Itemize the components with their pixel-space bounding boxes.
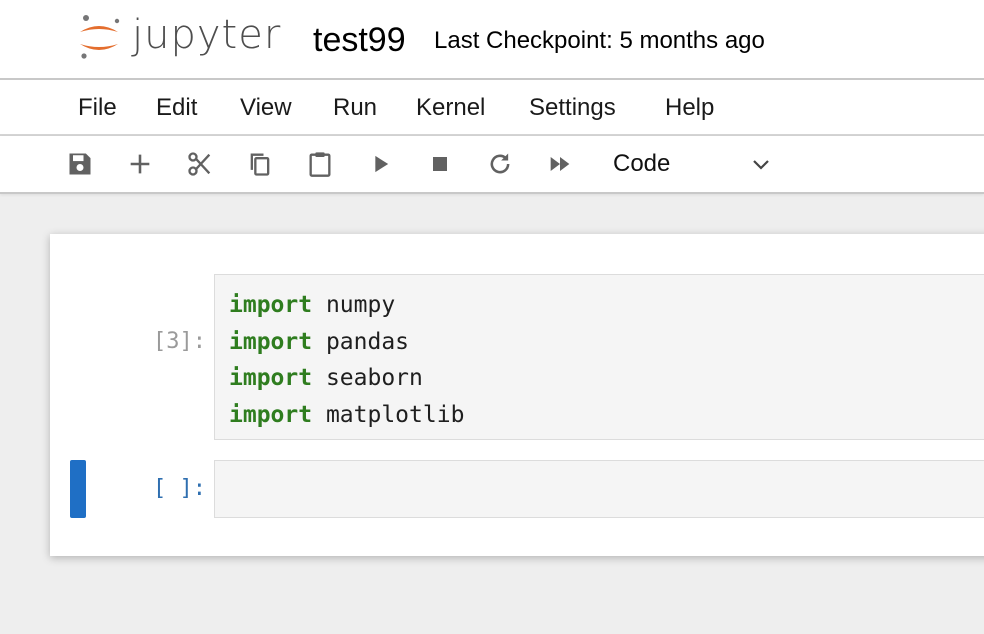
menu-edit[interactable]: Edit — [156, 94, 197, 122]
menu-settings[interactable]: Settings — [529, 94, 616, 122]
module-name: seaborn — [312, 365, 423, 391]
keyword: import — [229, 292, 313, 318]
cell-type-value: Code — [613, 150, 671, 177]
keyword: import — [229, 401, 313, 428]
run-cell-button[interactable] — [364, 148, 396, 180]
save-icon — [69, 153, 91, 175]
copy-button[interactable] — [244, 148, 276, 180]
notebook-panel: [3]: import numpy import pandas import s… — [50, 234, 984, 556]
keyword: import — [229, 328, 313, 355]
menu-view[interactable]: View — [240, 94, 292, 122]
cell-editor[interactable] — [214, 460, 984, 518]
jupyter-logo-icon[interactable] — [74, 12, 124, 62]
code-line: import pandas — [229, 324, 984, 361]
insert-cell-button[interactable] — [124, 148, 156, 180]
restart-icon — [490, 153, 510, 174]
code-line: import numpy — [229, 287, 984, 324]
code-line: import seaborn — [229, 360, 984, 397]
notebook-title[interactable]: test99 — [313, 20, 406, 60]
cell-editor[interactable]: import numpy import pandas import seabor… — [214, 274, 984, 440]
menu-file[interactable]: File — [78, 94, 117, 122]
chevron-down-icon — [753, 160, 769, 170]
copy-icon — [250, 153, 270, 176]
menu-run[interactable]: Run — [333, 94, 377, 122]
save-button[interactable] — [64, 148, 96, 180]
paste-icon — [309, 152, 331, 177]
code-cell[interactable]: [3]: import numpy import pandas import s… — [50, 274, 984, 440]
execution-count: [3]: — [153, 329, 206, 354]
module-name: numpy — [312, 292, 396, 318]
add-icon — [130, 154, 150, 174]
menu-bar: File Edit View Run Kernel Settings Help — [0, 80, 984, 136]
jupyter-wordmark: jupyter — [132, 12, 282, 58]
cut-button[interactable] — [184, 148, 216, 180]
header: jupyter test99 Last Checkpoint: 5 months… — [0, 0, 984, 80]
restart-kernel-button[interactable] — [484, 148, 516, 180]
menu-help[interactable]: Help — [665, 94, 714, 122]
code-line: import matplotlib — [229, 397, 984, 434]
paste-button[interactable] — [304, 148, 336, 180]
module-name: pandas — [312, 328, 410, 355]
run-all-icon — [550, 157, 570, 171]
module-name: matplotlib — [312, 401, 465, 428]
interrupt-kernel-button[interactable] — [424, 148, 456, 180]
stop-icon — [433, 157, 447, 171]
run-icon — [375, 155, 389, 173]
menu-kernel[interactable]: Kernel — [416, 94, 485, 122]
execution-count: [ ]: — [153, 476, 206, 501]
cell-type-select[interactable]: Code — [605, 144, 785, 184]
run-all-button[interactable] — [544, 148, 576, 180]
cut-icon — [188, 152, 211, 176]
checkpoint-status: Last Checkpoint: 5 months ago — [434, 27, 765, 54]
keyword: import — [229, 365, 313, 391]
code-cell-active[interactable]: [ ]: — [50, 460, 984, 518]
notebook-toolbar: Code — [0, 136, 984, 194]
